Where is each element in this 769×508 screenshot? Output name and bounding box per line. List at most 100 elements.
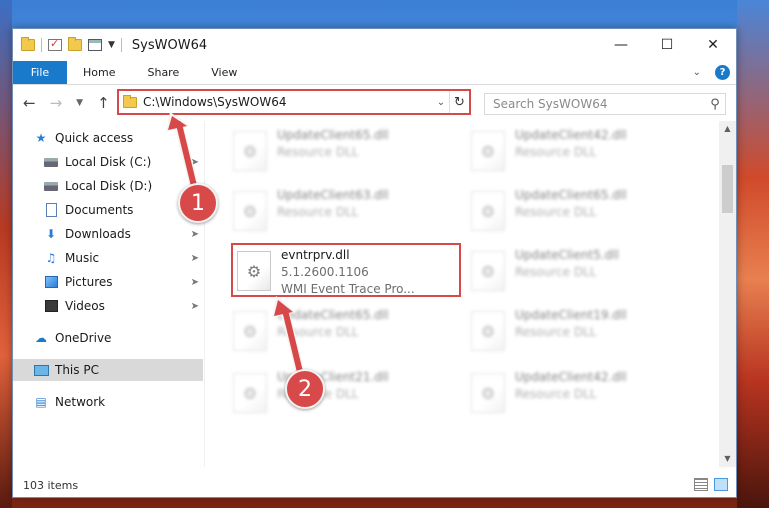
item-count: 103 items: [23, 478, 79, 492]
download-icon: ⬇: [45, 227, 57, 241]
pin-icon[interactable]: ➤: [191, 157, 199, 168]
file-item[interactable]: ⚙ UpdateClient65.dll Resource DLL: [233, 125, 463, 179]
dll-file-icon: ⚙: [237, 251, 271, 291]
pictures-icon: [43, 275, 59, 289]
onedrive-icon: ☁: [35, 331, 47, 345]
dll-file-icon: ⚙: [233, 191, 267, 231]
large-icons-view-icon[interactable]: [714, 478, 728, 491]
file-item[interactable]: ⚙ UpdateClient65.dll Resource DLL: [233, 305, 463, 359]
dll-file-icon: ⚙: [233, 131, 267, 171]
sidebar-item-label: Local Disk (D:): [65, 179, 153, 193]
sidebar-item-label: Pictures: [65, 275, 113, 289]
minimize-button[interactable]: —: [598, 29, 644, 61]
maximize-button[interactable]: ☐: [644, 29, 690, 61]
sidebar-item-quick-access[interactable]: ★ Quick access: [33, 127, 203, 149]
file-item-evntrprv-dll[interactable]: ⚙ evntrprv.dll 5.1.2600.1106 WMI Event Tra…: [231, 243, 461, 297]
search-box[interactable]: Search SysWOW64 ⚲: [484, 93, 726, 115]
sidebar-item-label: Downloads: [65, 227, 131, 241]
ribbon-right-controls: ⌄ ?: [693, 65, 730, 80]
address-bar[interactable]: C:\Windows\SysWOW64 ⌄ ↻: [117, 89, 471, 115]
sidebar-item-label: Music: [65, 251, 100, 265]
sidebar-item-this-pc[interactable]: This PC: [13, 359, 203, 381]
window-title: SysWOW64: [131, 37, 208, 53]
file-explorer-window: ▼ SysWOW64 — ☐ ✕ File Home Share View ⌄ …: [12, 28, 737, 498]
dll-file-icon: ⚙: [471, 311, 505, 351]
up-arrow-icon[interactable]: ↑: [97, 94, 110, 112]
pin-icon[interactable]: ➤: [191, 229, 199, 240]
navigation-buttons: ← → ▼ ↑: [13, 94, 117, 112]
desktop-background-left: [0, 0, 12, 508]
sidebar-item-label: OneDrive: [55, 331, 112, 345]
file-type: Resource DLL: [515, 205, 597, 219]
sidebar-item-local-disk-c[interactable]: Local Disk (C:) ➤: [43, 151, 203, 173]
tab-home[interactable]: Home: [67, 61, 131, 84]
pin-icon[interactable]: ➤: [191, 301, 199, 312]
file-item[interactable]: ⚙ UpdateClient65.dll Resource DLL: [471, 185, 701, 239]
file-type: Resource DLL: [515, 325, 597, 339]
sidebar-item-pictures[interactable]: Pictures ➤: [43, 271, 203, 293]
address-path[interactable]: C:\Windows\SysWOW64: [143, 95, 433, 109]
dll-file-icon: ⚙: [471, 373, 505, 413]
folder-icon[interactable]: [21, 37, 35, 51]
forward-arrow-icon[interactable]: →: [50, 94, 63, 112]
rename-icon[interactable]: [88, 39, 102, 51]
close-button[interactable]: ✕: [690, 29, 736, 61]
sidebar-item-label: Local Disk (C:): [65, 155, 152, 169]
sidebar-item-music[interactable]: ♫ Music ➤: [43, 247, 203, 269]
file-name: UpdateClient19.dll: [515, 308, 627, 322]
expand-ribbon-chevron-icon[interactable]: ⌄: [693, 67, 701, 78]
vertical-scrollbar[interactable]: ▲ ▼: [719, 121, 736, 467]
customize-toolbar-dropdown[interactable]: ▼: [108, 40, 115, 50]
disk-icon: [43, 179, 59, 193]
music-icon: ♫: [45, 251, 57, 265]
status-bar: 103 items: [13, 473, 736, 497]
sidebar-item-label: Videos: [65, 299, 105, 313]
tab-share[interactable]: Share: [131, 61, 195, 84]
address-dropdown-icon[interactable]: ⌄: [433, 97, 449, 108]
ribbon-tabs: File Home Share View ⌄ ?: [13, 61, 736, 85]
refresh-icon[interactable]: ↻: [449, 91, 469, 113]
window-controls: — ☐ ✕: [598, 29, 736, 61]
step-2-callout: 2: [285, 369, 325, 409]
tab-view[interactable]: View: [195, 61, 253, 84]
file-item[interactable]: ⚙ UpdateClient63.dll Resource DLL: [233, 185, 463, 239]
sidebar-item-downloads[interactable]: ⬇ Downloads ➤: [43, 223, 203, 245]
file-description: WMI Event Trace Pro...: [281, 282, 415, 296]
file-type: Resource DLL: [277, 145, 359, 159]
document-icon: [43, 203, 59, 217]
content-area: ★ Quick access Local Disk (C:) ➤ Local D…: [13, 121, 736, 467]
desktop-background-right: [737, 0, 769, 508]
properties-check-icon[interactable]: [48, 37, 62, 51]
sidebar-item-onedrive[interactable]: ☁ OneDrive: [33, 327, 203, 349]
scrollbar-thumb[interactable]: [722, 165, 733, 213]
scroll-up-icon[interactable]: ▲: [719, 121, 736, 137]
dll-file-icon: ⚙: [471, 251, 505, 291]
file-item[interactable]: ⚙ UpdateClient5.dll Resource DLL: [471, 245, 701, 299]
search-icon[interactable]: ⚲: [705, 97, 725, 112]
file-item[interactable]: ⚙ UpdateClient21.dllResource DLL: [233, 367, 463, 421]
dll-file-icon: ⚙: [233, 373, 267, 413]
sidebar-item-label: Quick access: [55, 131, 134, 145]
file-item[interactable]: ⚙ UpdateClient42.dll Resource DLL: [471, 125, 701, 179]
disk-icon: [43, 155, 59, 169]
details-view-icon[interactable]: [694, 478, 708, 491]
scroll-down-icon[interactable]: ▼: [719, 451, 736, 467]
new-folder-icon[interactable]: [68, 37, 82, 51]
file-item[interactable]: ⚙ UpdateClient42.dll Resource DLL: [471, 367, 701, 421]
sidebar-item-videos[interactable]: Videos ➤: [43, 295, 203, 317]
quick-access-toolbar: ▼: [13, 37, 122, 52]
search-input[interactable]: Search SysWOW64: [493, 97, 705, 111]
file-item[interactable]: ⚙ UpdateClient19.dll Resource DLL: [471, 305, 701, 359]
pin-icon[interactable]: ➤: [191, 277, 199, 288]
star-icon: ★: [35, 131, 47, 145]
sidebar-item-label: Documents: [65, 203, 134, 217]
back-arrow-icon[interactable]: ←: [23, 94, 36, 112]
help-icon[interactable]: ?: [715, 65, 730, 80]
sidebar-item-network[interactable]: ▤ Network: [33, 391, 203, 413]
tab-file[interactable]: File: [13, 61, 67, 84]
pin-icon[interactable]: ➤: [191, 253, 199, 264]
navigation-pane: ★ Quick access Local Disk (C:) ➤ Local D…: [13, 121, 205, 467]
file-type: Resource DLL: [515, 265, 597, 279]
recent-locations-chevron-icon[interactable]: ▼: [76, 98, 83, 108]
file-list: ⚙ UpdateClient65.dll Resource DLL ⚙ Updat…: [205, 121, 724, 467]
